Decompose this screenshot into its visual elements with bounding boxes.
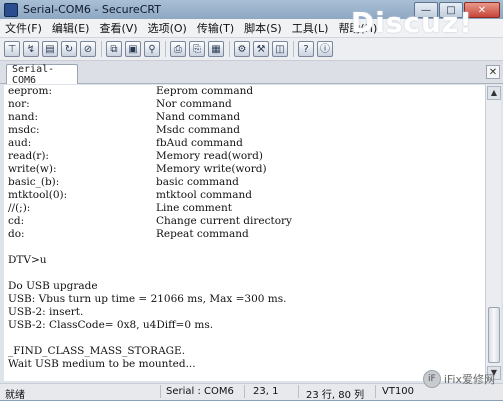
tab-label: Serial-COM6 <box>12 63 55 86</box>
command-name: basic_(b): <box>8 176 60 188</box>
global-options-icon[interactable]: ⚒ <box>253 41 269 57</box>
status-terminal-size: 23 行, 80 列 <box>306 390 365 401</box>
terminal-scrollbar[interactable]: ▲ ▼ <box>485 85 501 381</box>
command-name: cd: <box>8 215 25 227</box>
connect-tab-icon[interactable]: ▤ <box>42 41 58 57</box>
command-description: Eeprom command <box>156 85 254 97</box>
command-name: nor: <box>8 98 30 110</box>
command-name: //(;): <box>8 202 31 214</box>
command-description: Line comment <box>156 202 232 214</box>
status-divider <box>244 385 245 398</box>
ifix-watermark: iF iFix爱修网 <box>422 370 495 388</box>
status-divider <box>298 385 299 398</box>
menu-file[interactable]: 文件(F) <box>0 20 47 36</box>
map-icon[interactable]: ▦ <box>208 41 224 57</box>
toolbar: ⊤ ↯ ▤ ↻ ⊘ ⧉ ▣ ⚲ ⎙ ⎘ ▦ ⚙ ⚒ ◫ ? ⓘ <box>0 38 503 61</box>
discuz-watermark: Discuz! <box>350 6 473 39</box>
terminal-output-line: Wait USB medium to be mounted... <box>8 358 196 370</box>
status-ready: 就绪 <box>5 390 25 401</box>
command-description: fbAud command <box>156 137 243 149</box>
menu-view[interactable]: 查看(V) <box>94 20 142 36</box>
status-divider <box>375 385 376 398</box>
menu-options[interactable]: 选项(O) <box>143 20 192 36</box>
toolbar-separator <box>229 41 230 57</box>
scroll-up-icon[interactable]: ▲ <box>487 86 501 100</box>
session-options-icon[interactable]: ⚙ <box>234 41 250 57</box>
scrollbar-thumb[interactable] <box>488 307 500 363</box>
command-description: Memory read(word) <box>156 150 263 162</box>
toolbar-separator <box>293 41 294 57</box>
window-title: Serial-COM6 - SecureCRT <box>23 3 161 16</box>
terminal-output-line: USB-2: insert. <box>8 306 84 318</box>
terminal-output-line: _FIND_CLASS_MASS_STORAGE. <box>8 345 186 357</box>
print-setup-icon[interactable]: ⎘ <box>189 41 205 57</box>
about-icon[interactable]: ⓘ <box>317 41 333 57</box>
sftp-icon[interactable]: ◫ <box>272 41 288 57</box>
command-name: read(r): <box>8 150 49 162</box>
command-description: Memory write(word) <box>156 163 267 175</box>
command-description: Change current directory <box>156 215 292 227</box>
quick-connect-icon[interactable]: ↯ <box>23 41 39 57</box>
paste-icon[interactable]: ▣ <box>125 41 141 57</box>
status-connection: Serial : COM6 <box>166 386 234 397</box>
menu-transfer[interactable]: 传输(T) <box>192 20 239 36</box>
command-name: msdc: <box>8 124 40 136</box>
status-cursor-position: 23, 1 <box>253 386 279 397</box>
print-icon[interactable]: ⎙ <box>170 41 186 57</box>
command-name: do: <box>8 228 25 240</box>
terminal-prompt-line: DTV>u <box>8 254 47 266</box>
terminal-output-line: USB-2: ClassCode= 0x8, u4Diff=0 ms. <box>8 319 214 331</box>
close-tab-icon[interactable]: ✕ <box>486 65 500 79</box>
menu-edit[interactable]: 编辑(E) <box>47 20 95 36</box>
terminal-output-line: Do USB upgrade <box>8 280 98 292</box>
find-icon[interactable]: ⚲ <box>144 41 160 57</box>
securecrt-app-icon <box>4 2 18 17</box>
ifix-logo-icon: iF <box>422 370 441 388</box>
terminal-output-line: USB: Vbus turn up time = 21066 ms, Max =… <box>8 293 287 305</box>
command-description: Msdc command <box>156 124 240 136</box>
menu-tools[interactable]: 工具(L) <box>287 20 334 36</box>
session-tab-strip: Serial-COM6 ✕ <box>0 61 503 86</box>
toolbar-separator <box>101 41 102 57</box>
command-name: eeprom: <box>8 85 52 97</box>
command-name: aud: <box>8 137 32 149</box>
securecrt-window: Serial-COM6 - SecureCRT — □ ✕ Discuz! 文件… <box>0 0 503 401</box>
connect-icon[interactable]: ⊤ <box>4 41 20 57</box>
command-name: write(w): <box>8 163 57 175</box>
toolbar-separator <box>165 41 166 57</box>
terminal-output[interactable]: eeprom: Eeprom command nor: Nor command na… <box>4 85 485 381</box>
command-description: Nand command <box>156 111 241 123</box>
reconnect-icon[interactable]: ↻ <box>61 41 77 57</box>
command-name: nand: <box>8 111 39 123</box>
tab-serial-com6[interactable]: Serial-COM6 <box>6 63 78 86</box>
command-description: mtktool command <box>156 189 252 201</box>
status-emulation: VT100 <box>382 386 415 397</box>
command-description: Nor command <box>156 98 232 110</box>
help-icon[interactable]: ? <box>298 41 314 57</box>
command-description: basic command <box>156 176 239 188</box>
status-divider <box>160 385 161 398</box>
command-name: mtktool(0): <box>8 189 68 201</box>
ifix-watermark-text: iFix爱修网 <box>443 373 495 386</box>
command-description: Repeat command <box>156 228 249 240</box>
disconnect-icon[interactable]: ⊘ <box>80 41 96 57</box>
copy-icon[interactable]: ⧉ <box>106 41 122 57</box>
menu-script[interactable]: 脚本(S) <box>239 20 287 36</box>
